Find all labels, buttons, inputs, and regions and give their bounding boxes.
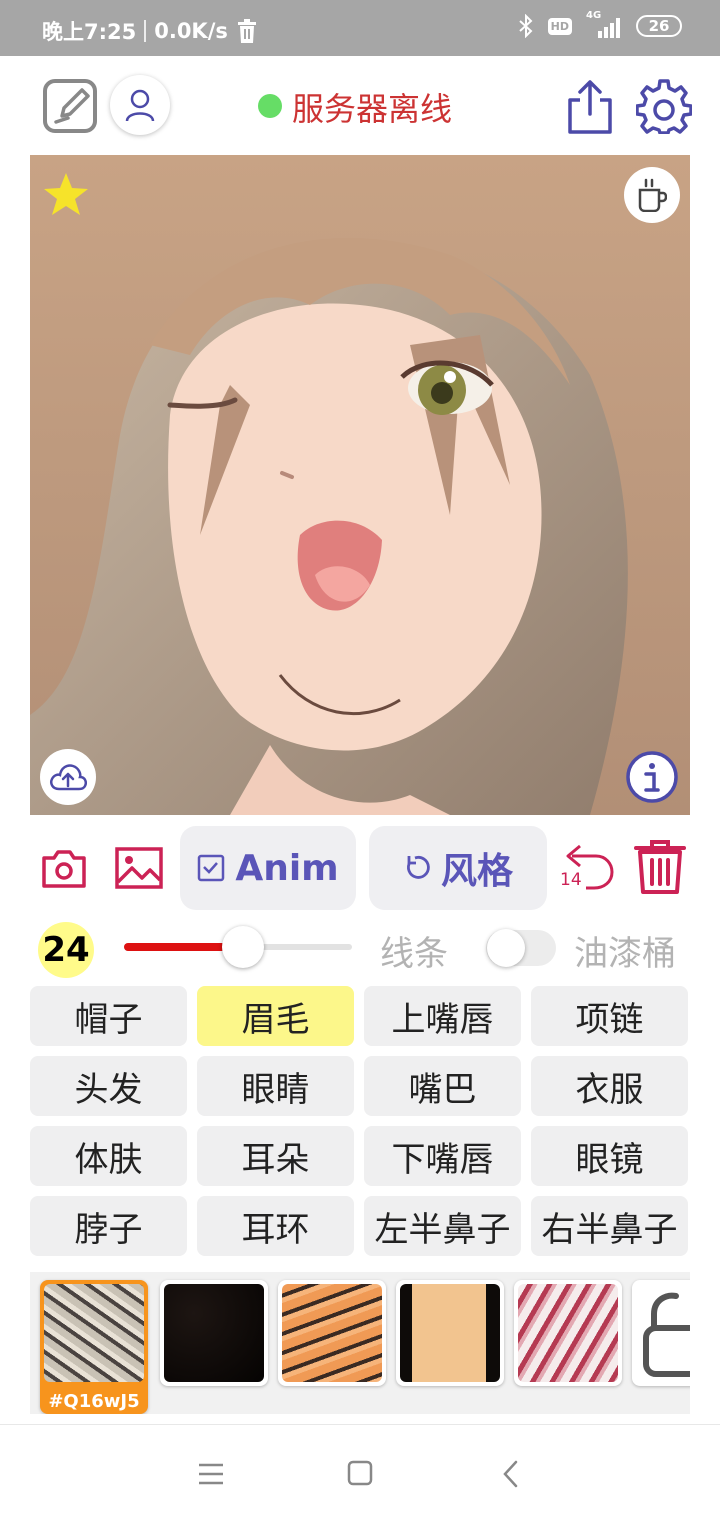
coffee-icon xyxy=(638,178,667,212)
bucket-label: 油漆桶 xyxy=(574,934,676,974)
brush-size-badge: 24 xyxy=(38,922,94,978)
network-speed: 0.0K/s xyxy=(154,19,228,43)
texture-preview xyxy=(282,1284,382,1382)
status-time: 晚上7:25 xyxy=(42,20,137,44)
settings-button[interactable] xyxy=(636,78,692,134)
texture-swatch[interactable] xyxy=(278,1280,386,1386)
portrait-canvas[interactable] xyxy=(30,155,690,815)
texture-preview xyxy=(518,1284,618,1382)
portrait-image xyxy=(30,155,690,815)
texture-locked[interactable] xyxy=(632,1280,690,1386)
status-bar: 晚上7:25 0.0K/s HD 4G 26 xyxy=(0,0,720,56)
server-status-text: 服务器离线 xyxy=(292,90,453,128)
texture-preview xyxy=(44,1284,144,1382)
battery-level: 26 xyxy=(648,17,670,35)
style-button[interactable]: 风格 xyxy=(369,826,547,910)
part-cell[interactable]: 嘴巴 xyxy=(364,1056,521,1116)
battery-icon: 26 xyxy=(636,15,682,37)
part-cell[interactable]: 眼睛 xyxy=(197,1056,354,1116)
home-icon xyxy=(347,1460,373,1486)
texture-code: #Q16wJ5 xyxy=(48,1391,140,1412)
info-button[interactable] xyxy=(624,749,680,805)
bluetooth-icon xyxy=(518,14,533,38)
style-label: 风格 xyxy=(440,851,513,892)
status-separator xyxy=(144,20,147,42)
lock-icon xyxy=(643,1292,690,1377)
part-cell[interactable]: 上嘴唇 xyxy=(364,986,521,1046)
part-cell[interactable]: 耳环 xyxy=(197,1196,354,1256)
share-icon xyxy=(568,80,612,134)
texture-swatch[interactable] xyxy=(396,1280,504,1386)
signal-icon: 4G xyxy=(586,10,622,38)
navigation-bar xyxy=(0,1424,720,1520)
part-cell[interactable]: 下嘴唇 xyxy=(364,1126,521,1186)
brush-size-knob[interactable] xyxy=(221,926,264,968)
part-cell[interactable]: 耳朵 xyxy=(197,1126,354,1186)
trash-icon xyxy=(634,840,686,894)
texture-swatch[interactable] xyxy=(514,1280,622,1386)
camera-icon xyxy=(42,850,86,888)
anim-toggle-button[interactable]: Anim xyxy=(180,826,356,910)
image-button[interactable] xyxy=(114,846,164,890)
info-icon xyxy=(626,751,678,803)
user-icon xyxy=(125,89,155,122)
texture-swatch[interactable] xyxy=(160,1280,268,1386)
favorite-button[interactable] xyxy=(42,171,90,219)
undo-count: 14 xyxy=(560,870,582,890)
part-cell[interactable]: 脖子 xyxy=(30,1196,187,1256)
part-cell[interactable]: 右半鼻子 xyxy=(531,1196,688,1256)
part-cell[interactable]: 头发 xyxy=(30,1056,187,1116)
part-cell[interactable]: 帽子 xyxy=(30,986,187,1046)
texture-preview xyxy=(164,1284,264,1382)
part-cell[interactable]: 左半鼻子 xyxy=(364,1196,521,1256)
undo-button[interactable]: 14 xyxy=(560,840,616,894)
refresh-icon xyxy=(407,856,430,879)
checkbox-icon xyxy=(198,854,225,882)
home-button[interactable] xyxy=(346,1459,374,1487)
coffee-button[interactable] xyxy=(624,167,680,223)
bucket-toggle-knob[interactable] xyxy=(487,929,525,967)
cloud-upload-icon xyxy=(50,764,87,791)
anim-label: Anim xyxy=(235,847,339,889)
cloud-upload-button[interactable] xyxy=(40,749,96,805)
texture-strip[interactable]: #Q16wJ5 xyxy=(30,1272,690,1414)
texture-preview xyxy=(400,1284,500,1382)
part-cell[interactable]: 眼镜 xyxy=(531,1126,688,1186)
settings-icon xyxy=(636,79,692,134)
edit-icon xyxy=(43,79,97,133)
back-icon xyxy=(503,1460,518,1488)
share-button[interactable] xyxy=(566,78,614,134)
part-cell[interactable]: 项链 xyxy=(531,986,688,1046)
signal-label: 4G xyxy=(586,10,602,21)
camera-button[interactable] xyxy=(40,846,88,890)
edit-button[interactable] xyxy=(42,78,98,134)
part-cell[interactable]: 眉毛 xyxy=(197,986,354,1046)
delete-button[interactable] xyxy=(634,840,686,894)
part-cell[interactable]: 衣服 xyxy=(531,1056,688,1116)
trash-icon xyxy=(237,19,256,43)
line-label: 线条 xyxy=(380,934,448,974)
hd-icon: HD xyxy=(547,17,572,35)
image-icon xyxy=(115,847,163,889)
back-button[interactable] xyxy=(500,1459,522,1489)
star-icon xyxy=(44,173,88,215)
menu-button[interactable] xyxy=(196,1461,226,1487)
user-button[interactable] xyxy=(110,75,170,135)
part-grid: 帽子 眉毛 上嘴唇 项链 头发 眼睛 嘴巴 衣服 体肤 耳朵 下嘴唇 眼镜 脖子… xyxy=(30,986,690,1256)
server-status-dot xyxy=(258,94,282,118)
menu-icon xyxy=(199,1463,223,1485)
part-cell[interactable]: 体肤 xyxy=(30,1126,187,1186)
texture-swatch-selected[interactable]: #Q16wJ5 xyxy=(40,1280,148,1414)
